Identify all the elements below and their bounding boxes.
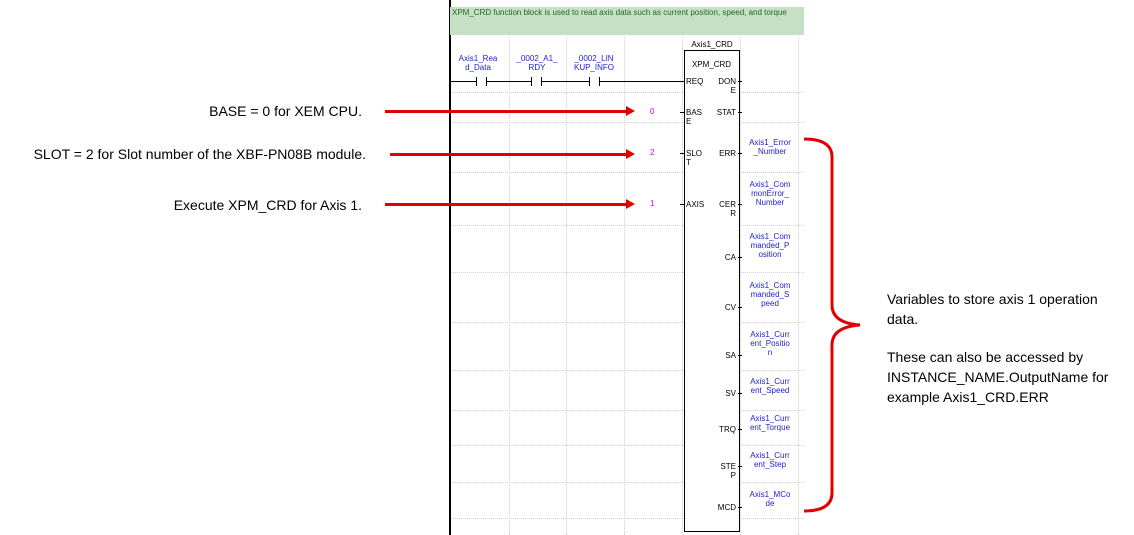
input-pin-axis: AXIS [686, 200, 705, 209]
curly-brace-icon [803, 137, 861, 513]
output-variable-sv[interactable]: Axis1_Curr ent_Speed [744, 377, 796, 395]
grid-line [451, 322, 804, 323]
output-pin-ca: CA [724, 253, 736, 262]
pin-connector [738, 257, 742, 258]
rung-comment[interactable]: XPM_CRD function block is used to read a… [450, 7, 804, 35]
pin-connector [738, 112, 742, 113]
output-variable-trq[interactable]: Axis1_Curr ent_Torque [744, 414, 796, 432]
grid-line [451, 122, 804, 123]
contact-label[interactable]: _0002_LIN KUP_INFO [566, 54, 622, 72]
pin-connector [738, 466, 742, 467]
pin-connector [738, 355, 742, 356]
annotation-axis: Execute XPM_CRD for Axis 1. [173, 197, 362, 213]
grid-line [451, 410, 804, 411]
fb-instance-name[interactable]: Axis1_CRD [680, 40, 744, 49]
pin-connector [680, 153, 684, 154]
pin-connector [738, 507, 742, 508]
input-pin-slot: SLO T [686, 149, 703, 167]
grid-line [451, 370, 804, 371]
grid-line [451, 172, 804, 173]
arrow-head-icon [626, 149, 635, 159]
grid-line [451, 445, 804, 446]
output-variable-step[interactable]: Axis1_Curr ent_Step [744, 451, 796, 469]
axis-constant[interactable]: 1 [650, 199, 654, 208]
output-variable-sa[interactable]: Axis1_Curr ent_Positio n [744, 330, 796, 357]
output-pin-cerr: CER R [719, 200, 736, 218]
output-pin-trq: TRQ [719, 425, 736, 434]
grid-line [451, 482, 804, 483]
output-variable-ca[interactable]: Axis1_Com manded_P osition [744, 232, 796, 259]
grid-line [740, 36, 741, 535]
fb-type-name: XPM_CRD [691, 60, 732, 69]
annotation-arrow [390, 153, 627, 156]
no-contact-icon[interactable] [589, 77, 600, 86]
annotation-outputs-line2: These can also be accessed by INSTANCE_N… [887, 349, 1109, 405]
pin-connector [738, 307, 742, 308]
pin-connector [680, 112, 684, 113]
pin-connector [738, 153, 742, 154]
grid-line [451, 518, 804, 519]
annotation-arrow [385, 110, 627, 113]
output-variable-cerr[interactable]: Axis1_Com monError_ Number [744, 180, 796, 207]
annotation-slot: SLOT = 2 for Slot number of the XBF-PN08… [33, 146, 366, 162]
pin-connector [738, 204, 742, 205]
output-pin-stat: STAT [716, 108, 736, 117]
output-variable-err[interactable]: Axis1_Error _Number [744, 138, 796, 156]
output-pin-sa: SA [725, 351, 736, 360]
output-pin-cv: CV [724, 303, 736, 312]
pin-connector [680, 204, 684, 205]
base-constant[interactable]: 0 [650, 107, 654, 116]
output-pin-step: STE P [720, 462, 736, 480]
grid-line [451, 225, 804, 226]
arrow-head-icon [626, 199, 635, 209]
output-variable-mcd[interactable]: Axis1_MCo de [744, 490, 796, 508]
input-pin-req: REQ [686, 77, 704, 86]
output-variable-cv[interactable]: Axis1_Com manded_S peed [744, 281, 796, 308]
output-pin-sv: SV [725, 389, 736, 398]
no-contact-icon[interactable] [531, 77, 542, 86]
grid-line [451, 272, 804, 273]
output-pin-done: DON E [718, 77, 736, 95]
arrow-head-icon [626, 106, 635, 116]
contact-label[interactable]: _0002_A1_ RDY [509, 54, 565, 72]
grid-line [798, 36, 799, 535]
annotation-outputs-line1: Variables to store axis 1 operation data… [887, 291, 1098, 327]
pin-connector [738, 429, 742, 430]
pin-connector [738, 393, 742, 394]
slot-constant[interactable]: 2 [650, 148, 654, 157]
output-pin-mcd: MCD [717, 503, 736, 512]
pin-connector [738, 81, 742, 82]
input-pin-base: BAS E [686, 108, 703, 126]
no-contact-icon[interactable] [476, 77, 487, 86]
annotation-arrow [385, 203, 627, 206]
annotation-base: BASE = 0 for XEM CPU. [209, 103, 362, 119]
contact-label[interactable]: Axis1_Rea d_Data [450, 54, 506, 72]
annotation-outputs-note: Variables to store axis 1 operation data… [887, 289, 1132, 407]
pin-connector [680, 81, 684, 82]
grid-line [682, 36, 683, 535]
grid-line [451, 92, 804, 93]
output-pin-err: ERR [719, 149, 736, 158]
